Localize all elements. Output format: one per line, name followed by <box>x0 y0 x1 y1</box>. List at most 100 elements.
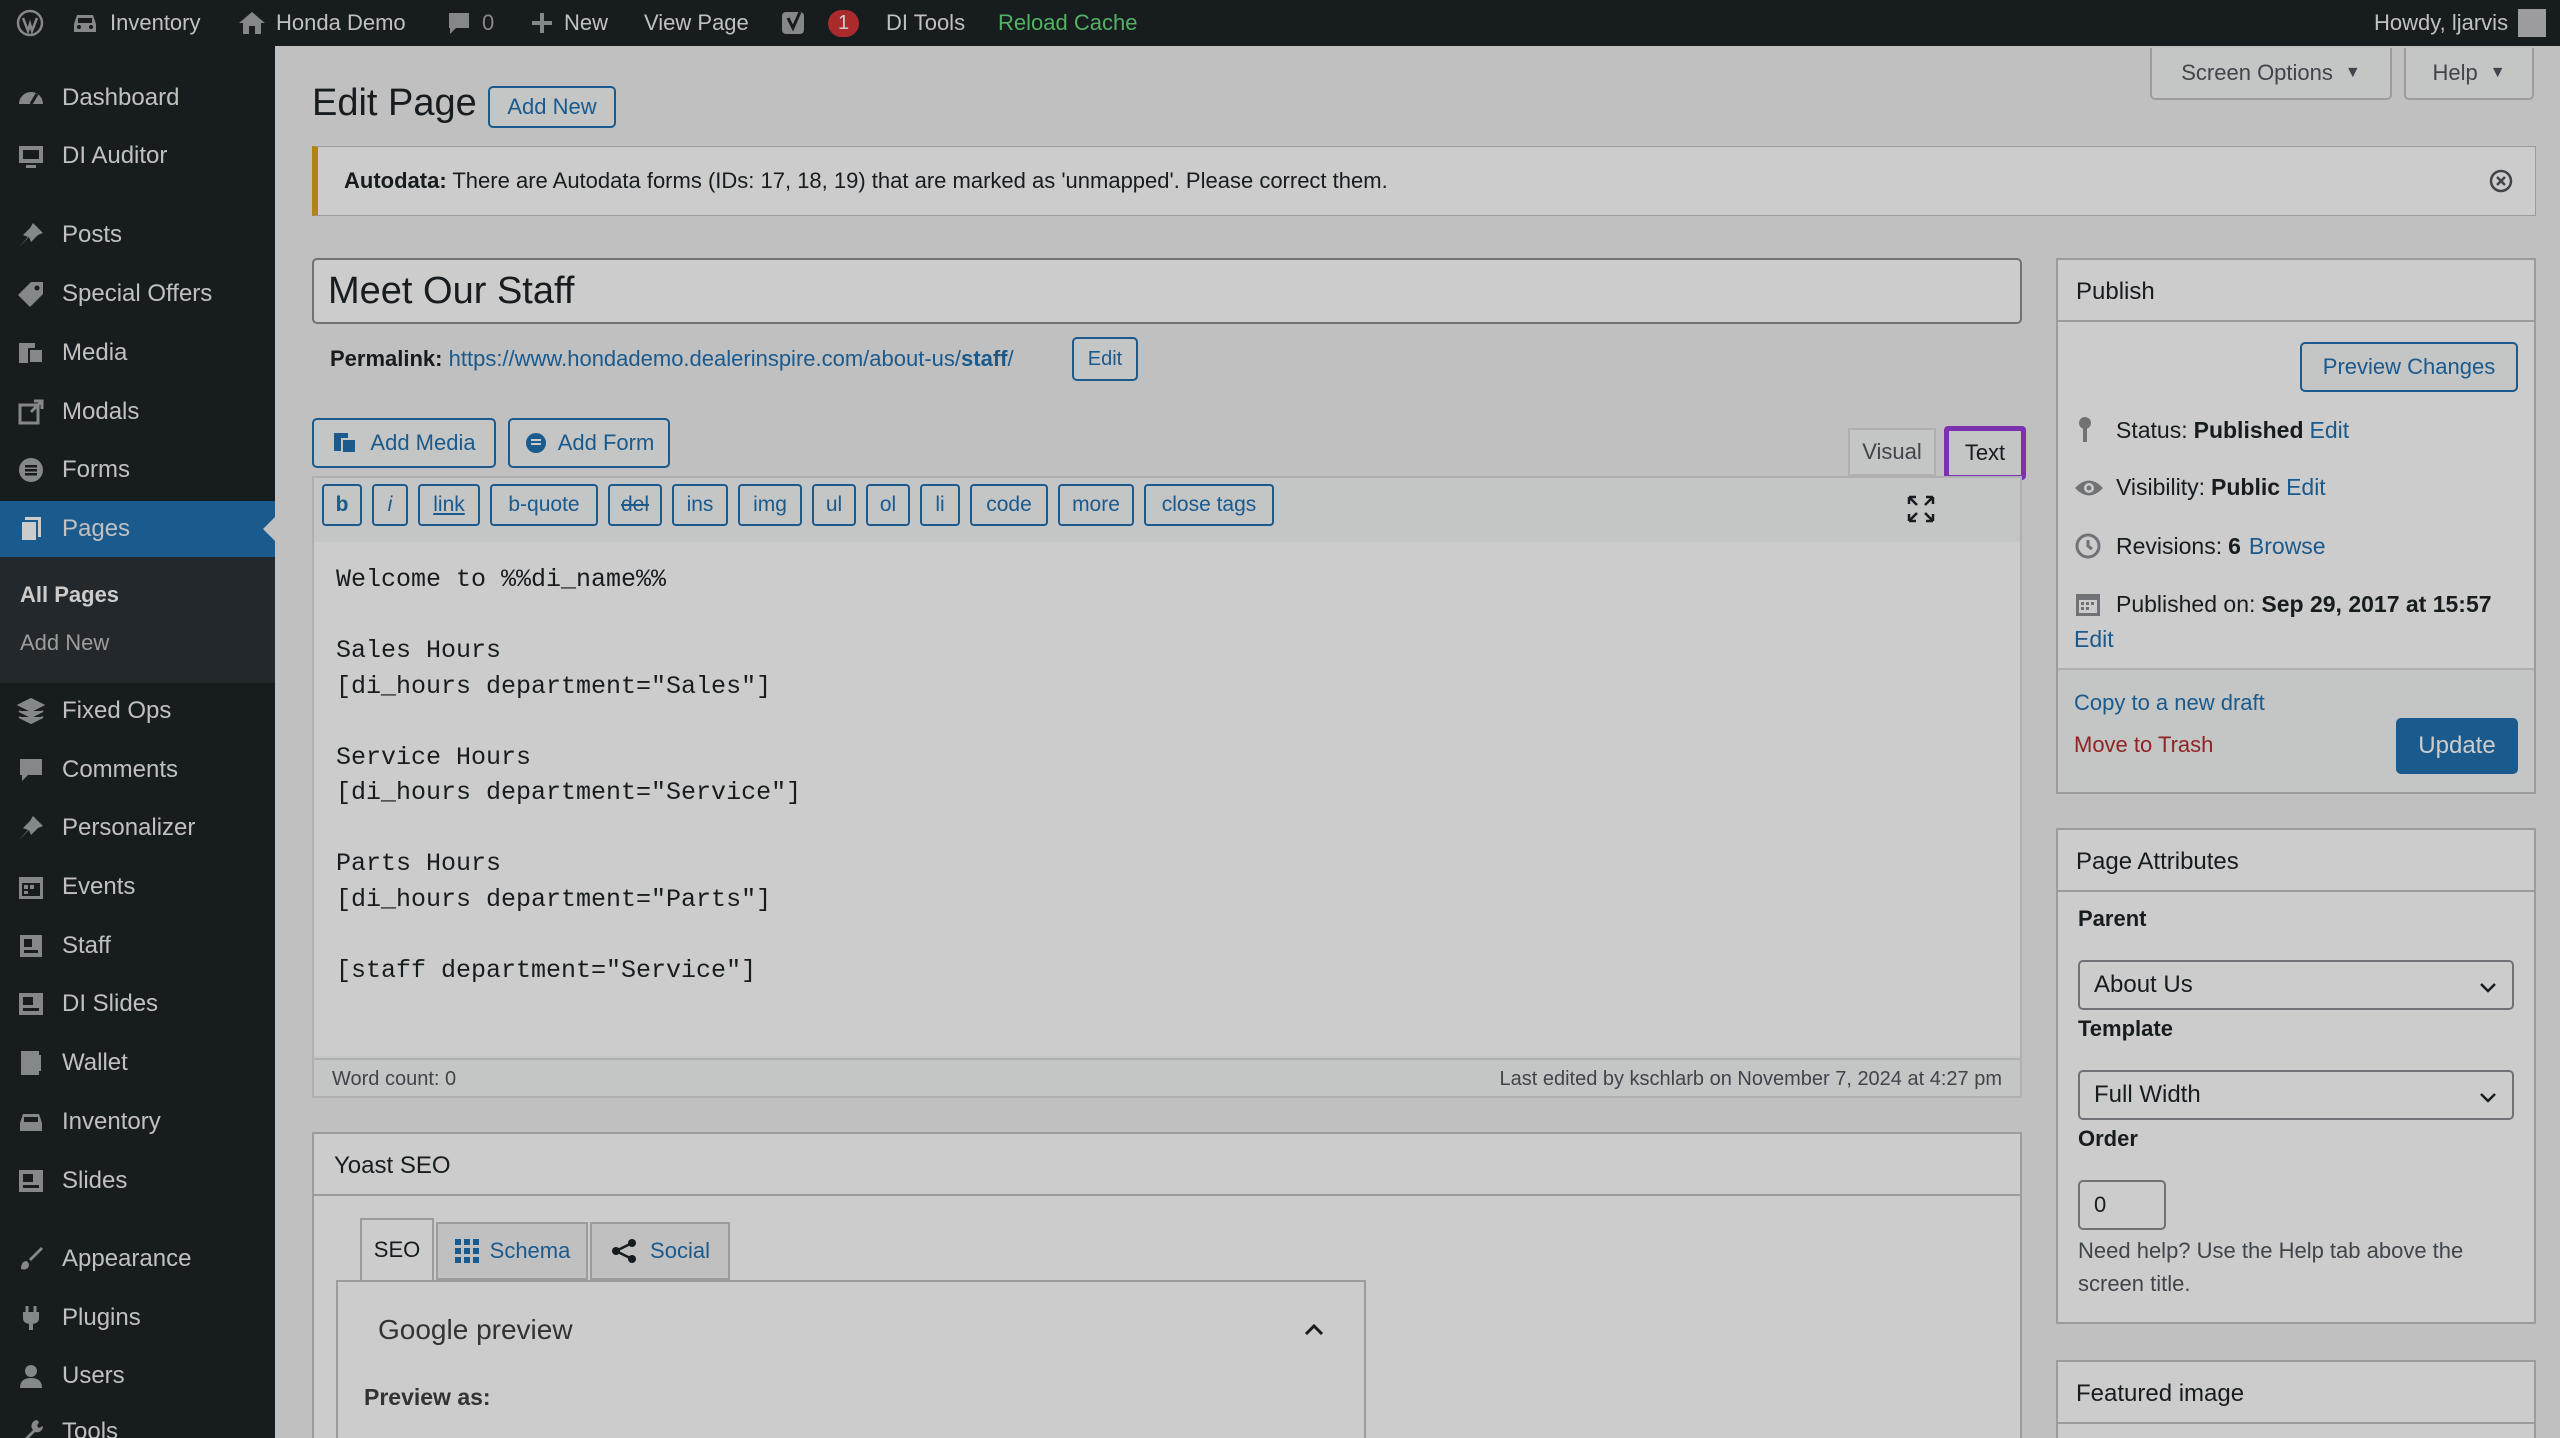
dashboard-icon <box>0 84 62 112</box>
quicktag-label: link <box>433 493 465 516</box>
submenu-all-pages[interactable]: All Pages <box>20 582 119 608</box>
quicktag-b[interactable]: b <box>322 484 362 526</box>
sidebar-item-personalizer[interactable]: Personalizer <box>0 800 275 856</box>
browse-revisions-link[interactable]: Browse <box>2249 533 2326 560</box>
screen-options-tab[interactable]: Screen Options ▼ <box>2150 48 2392 100</box>
sidebar-item-users[interactable]: Users <box>0 1348 275 1404</box>
sidebar-item-forms[interactable]: Forms <box>0 442 275 498</box>
sidebar-item-appearance[interactable]: Appearance <box>0 1231 275 1287</box>
sidebar-item-staff[interactable]: Staff <box>0 918 275 974</box>
add-media-button[interactable]: Add Media <box>312 418 496 468</box>
published-on-row: Published on: Sep 29, 2017 at 15:57 <box>2074 590 2492 618</box>
quicktag-link[interactable]: link <box>418 484 480 526</box>
page-title: Edit Page <box>312 82 477 124</box>
sidebar-item-label: Special Offers <box>62 280 213 307</box>
visibility-edit-link[interactable]: Edit <box>2286 474 2326 501</box>
sidebar-item-di-slides[interactable]: DI Slides <box>0 976 275 1032</box>
permalink-url[interactable]: https://www.hondademo.dealerinspire.com/… <box>449 346 1014 371</box>
yoast-tab-seo[interactable]: SEO <box>360 1218 434 1280</box>
sidebar-item-posts[interactable]: Posts <box>0 207 275 263</box>
sidebar-item-label: Pages <box>62 515 131 542</box>
add-new-page-button[interactable]: Add New <box>488 86 616 128</box>
sidebar-item-label: Personalizer <box>62 814 196 841</box>
adminbar-view-page[interactable]: View Page <box>644 0 749 46</box>
adminbar-di-tools[interactable]: DI Tools <box>886 0 965 46</box>
quicktag-code[interactable]: code <box>970 484 1048 526</box>
quicktag-ol[interactable]: ol <box>866 484 910 526</box>
post-title-input[interactable]: Meet Our Staff <box>312 258 2022 324</box>
sidebar-item-modals[interactable]: Modals <box>0 384 275 440</box>
chevron-up-icon[interactable] <box>1302 1318 1326 1347</box>
template-select[interactable]: Full Width <box>2078 1070 2514 1120</box>
adminbar-new[interactable]: New <box>530 0 608 46</box>
sidebar-item-label: Wallet <box>62 1049 128 1076</box>
pin-icon <box>0 221 62 249</box>
permalink-edit-button[interactable]: Edit <box>1072 337 1138 381</box>
content-textarea[interactable]: Welcome to %%di_name%% Sales Hours [di_h… <box>314 542 2020 1056</box>
chevron-down-icon <box>2478 976 2498 1004</box>
help-tab[interactable]: Help ▼ <box>2404 48 2534 100</box>
published-on-edit-link[interactable]: Edit <box>2074 626 2114 653</box>
quicktag-li[interactable]: li <box>920 484 960 526</box>
caret-down-icon: ▼ <box>2344 64 2361 81</box>
site-name-label: Honda Demo <box>276 10 406 35</box>
sidebar-item-events[interactable]: Events <box>0 859 275 915</box>
tab-visual[interactable]: Visual <box>1848 428 1936 476</box>
sidebar-item-di-auditor[interactable]: DI Auditor <box>0 128 275 184</box>
tab-text[interactable]: Text <box>1944 426 2026 480</box>
visibility-value: Public <box>2211 474 2281 500</box>
calendar-icon <box>2074 590 2104 618</box>
google-preview-title[interactable]: Google preview <box>378 1314 573 1346</box>
dismiss-notice-icon[interactable] <box>2488 168 2514 199</box>
sidebar-item-media[interactable]: Media <box>0 325 275 381</box>
adminbar-yoast[interactable]: 1 <box>780 0 860 46</box>
permalink-slug: staff <box>961 346 1008 371</box>
tag-icon <box>0 280 62 308</box>
wordpress-logo-icon[interactable] <box>16 0 54 46</box>
quicktag-img[interactable]: img <box>738 484 802 526</box>
quicktag-ins[interactable]: ins <box>672 484 728 526</box>
adminbar-account[interactable]: Howdy, ljarvis <box>2374 0 2547 46</box>
update-button[interactable]: Update <box>2396 718 2518 774</box>
adminbar-site-name[interactable]: Honda Demo <box>238 0 406 46</box>
sidebar-item-label: Posts <box>62 221 123 248</box>
auditor-icon <box>0 142 62 170</box>
wrench-icon <box>0 1418 62 1438</box>
add-form-label: Add Form <box>557 430 655 455</box>
sidebar-item-comments[interactable]: Comments <box>0 742 275 798</box>
yoast-tab-schema[interactable]: Schema <box>436 1222 588 1280</box>
yoast-tab-social[interactable]: Social <box>590 1222 730 1280</box>
quicktag-b-quote[interactable]: b-quote <box>490 484 598 526</box>
sidebar-item-slides[interactable]: Slides <box>0 1153 275 1209</box>
sidebar-item-pages[interactable]: Pages <box>0 501 275 557</box>
quicktag-i[interactable]: i <box>372 484 408 526</box>
permalink-label: Permalink: <box>330 346 443 371</box>
preview-changes-button[interactable]: Preview Changes <box>2300 342 2518 392</box>
quicktag-close-tags[interactable]: close tags <box>1144 484 1274 526</box>
sidebar-item-plugins[interactable]: Plugins <box>0 1290 275 1346</box>
status-label: Status: <box>2116 416 2188 443</box>
adminbar-inventory[interactable]: Inventory <box>70 0 201 46</box>
adminbar-reload-cache[interactable]: Reload Cache <box>998 0 1137 46</box>
add-form-button[interactable]: Add Form <box>508 418 670 468</box>
quicktag-more[interactable]: more <box>1058 484 1134 526</box>
status-edit-link[interactable]: Edit <box>2310 417 2350 444</box>
sidebar-item-fixed-ops[interactable]: Fixed Ops <box>0 683 275 739</box>
quicktag-del[interactable]: del <box>608 484 662 526</box>
move-to-trash-link[interactable]: Move to Trash <box>2074 732 2213 758</box>
fullscreen-icon[interactable] <box>1906 494 1936 529</box>
submenu-add-new[interactable]: Add New <box>20 630 109 656</box>
sidebar-item-special-offers[interactable]: Special Offers <box>0 266 275 322</box>
sidebar-item-tools[interactable]: Tools <box>0 1404 275 1438</box>
avatar <box>2518 9 2547 37</box>
sidebar-item-inventory[interactable]: Inventory <box>0 1094 275 1150</box>
quicktag-ul[interactable]: ul <box>812 484 856 526</box>
sidebar-item-label: DI Slides <box>62 990 159 1017</box>
order-input[interactable]: 0 <box>2078 1180 2166 1230</box>
copy-to-draft-link[interactable]: Copy to a new draft <box>2074 690 2265 716</box>
adminbar-comments[interactable]: 0 <box>446 0 494 46</box>
sidebar-item-label: Forms <box>62 456 130 483</box>
sidebar-item-wallet[interactable]: Wallet <box>0 1035 275 1091</box>
parent-select[interactable]: About Us <box>2078 960 2514 1010</box>
sidebar-item-dashboard[interactable]: Dashboard <box>0 70 275 126</box>
